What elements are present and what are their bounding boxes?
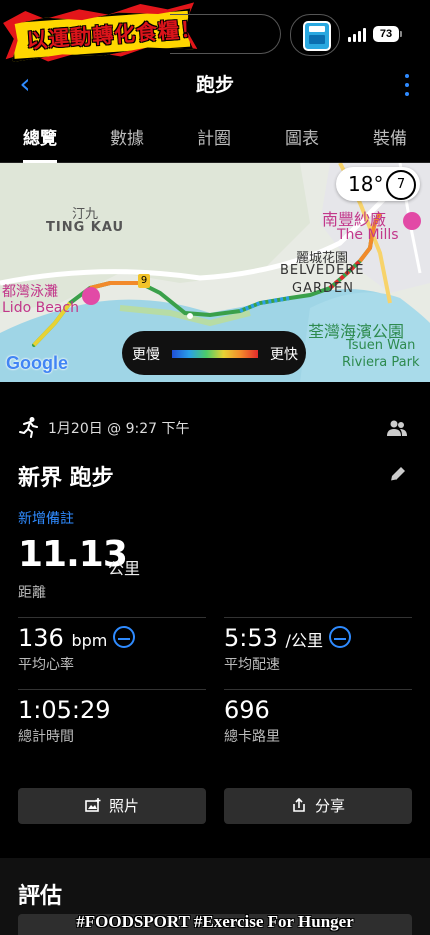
stat-heart-rate: 136 bpm 平均心率 bbox=[18, 624, 136, 674]
legend-gradient bbox=[172, 350, 258, 358]
app-icon bbox=[303, 21, 331, 51]
tab-laps[interactable]: 計圈 bbox=[179, 124, 249, 149]
add-note-link[interactable]: 新增備註 bbox=[18, 508, 74, 528]
photo-button-label: 照片 bbox=[108, 797, 139, 815]
photo-button[interactable]: 照片 bbox=[18, 788, 206, 824]
legend-fast: 更快 bbox=[270, 347, 298, 363]
divider bbox=[224, 617, 412, 618]
map-label-riviera-en2: Riviera Park bbox=[342, 355, 420, 370]
stat-calories: 696 總卡路里 bbox=[224, 696, 280, 746]
heart-rate-unit: bpm bbox=[71, 631, 108, 650]
people-icon[interactable] bbox=[386, 418, 408, 438]
map-label-belvedere-en2: GARDEN bbox=[292, 281, 354, 296]
tab-charts[interactable]: 圖表 bbox=[267, 124, 337, 149]
signal-icon bbox=[348, 28, 368, 42]
tab-bar: 總覽 數據 計圈 圖表 裝備 bbox=[0, 106, 430, 163]
tab-overview[interactable]: 總覽 bbox=[5, 124, 75, 163]
pace-zone-icon[interactable] bbox=[328, 626, 351, 648]
map-label-lido-zh: 都灣泳灘 bbox=[2, 284, 58, 300]
route-marker: 9 bbox=[138, 274, 150, 288]
map-label-lido-en: Lido Beach bbox=[2, 300, 79, 316]
pace-value: 5:53 bbox=[224, 624, 278, 652]
running-icon bbox=[19, 417, 38, 438]
watermark-text: #FOODSPORT #Exercise For Hunger bbox=[76, 912, 354, 931]
pace-label: 平均配速 bbox=[224, 657, 280, 673]
status-bar: 以運動轉化食糧！ 73 bbox=[0, 0, 430, 62]
divider bbox=[18, 617, 206, 618]
pace-unit: /公里 bbox=[285, 631, 323, 650]
edit-icon[interactable] bbox=[388, 464, 408, 484]
calories-value: 696 bbox=[224, 696, 270, 724]
pace-legend: 更慢 更快 bbox=[122, 331, 306, 375]
divider bbox=[18, 689, 206, 690]
activity-date: 1月20日 @ 9:27 下午 bbox=[48, 421, 190, 437]
more-options-icon[interactable] bbox=[402, 72, 412, 98]
sticker-banner: 以運動轉化食糧！ bbox=[2, 0, 203, 68]
evaluation-title: 評估 bbox=[18, 884, 63, 909]
share-button-label: 分享 bbox=[314, 797, 345, 815]
activity-title: 新界 跑步 bbox=[18, 466, 114, 491]
share-icon bbox=[293, 798, 305, 812]
battery-icon: 73 bbox=[373, 26, 402, 42]
heart-rate-zone-icon[interactable] bbox=[113, 626, 136, 648]
google-logo: Google bbox=[6, 353, 68, 373]
app-shortcut[interactable] bbox=[290, 14, 340, 56]
dynamic-island-pill bbox=[170, 14, 281, 54]
nav-bar: ‹ 跑步 bbox=[0, 62, 430, 106]
stat-pace: 5:53 /公里 平均配速 bbox=[224, 624, 351, 674]
heart-rate-value: 136 bbox=[18, 624, 64, 652]
tab-data[interactable]: 數據 bbox=[92, 124, 162, 149]
distance-label: 距離 bbox=[18, 585, 46, 601]
activity-meta: 1月20日 @ 9:27 下午 bbox=[18, 416, 412, 440]
tab-gear[interactable]: 裝備 bbox=[355, 124, 425, 149]
total-time-value: 1:05:29 bbox=[18, 696, 111, 724]
wind-icon: 7 bbox=[386, 170, 416, 200]
distance-unit: 公里 bbox=[108, 559, 141, 578]
add-photo-icon bbox=[85, 798, 101, 812]
share-button[interactable]: 分享 bbox=[224, 788, 412, 824]
route-map[interactable]: 汀九 TING KAU 都灣泳灘 Lido Beach 南豐紗廠 The Mil… bbox=[0, 163, 430, 382]
divider bbox=[224, 689, 412, 690]
map-label-ting-kau-en: TING KAU bbox=[46, 220, 125, 235]
legend-slow: 更慢 bbox=[132, 347, 160, 363]
map-label-mills-en: The Mills bbox=[337, 227, 399, 243]
heart-rate-label: 平均心率 bbox=[18, 657, 74, 673]
page-title: 跑步 bbox=[195, 74, 234, 96]
calories-label: 總卡路里 bbox=[224, 729, 280, 745]
map-label-riviera-en1: Tsuen Wan bbox=[346, 338, 416, 353]
map-label-belvedere-en1: BELVEDERE bbox=[280, 263, 365, 278]
total-time-label: 總計時間 bbox=[18, 729, 74, 745]
weather-temp: 18° bbox=[348, 172, 384, 196]
weather-badge: 18° 7 bbox=[336, 167, 420, 201]
stat-total-time: 1:05:29 總計時間 bbox=[18, 696, 111, 746]
